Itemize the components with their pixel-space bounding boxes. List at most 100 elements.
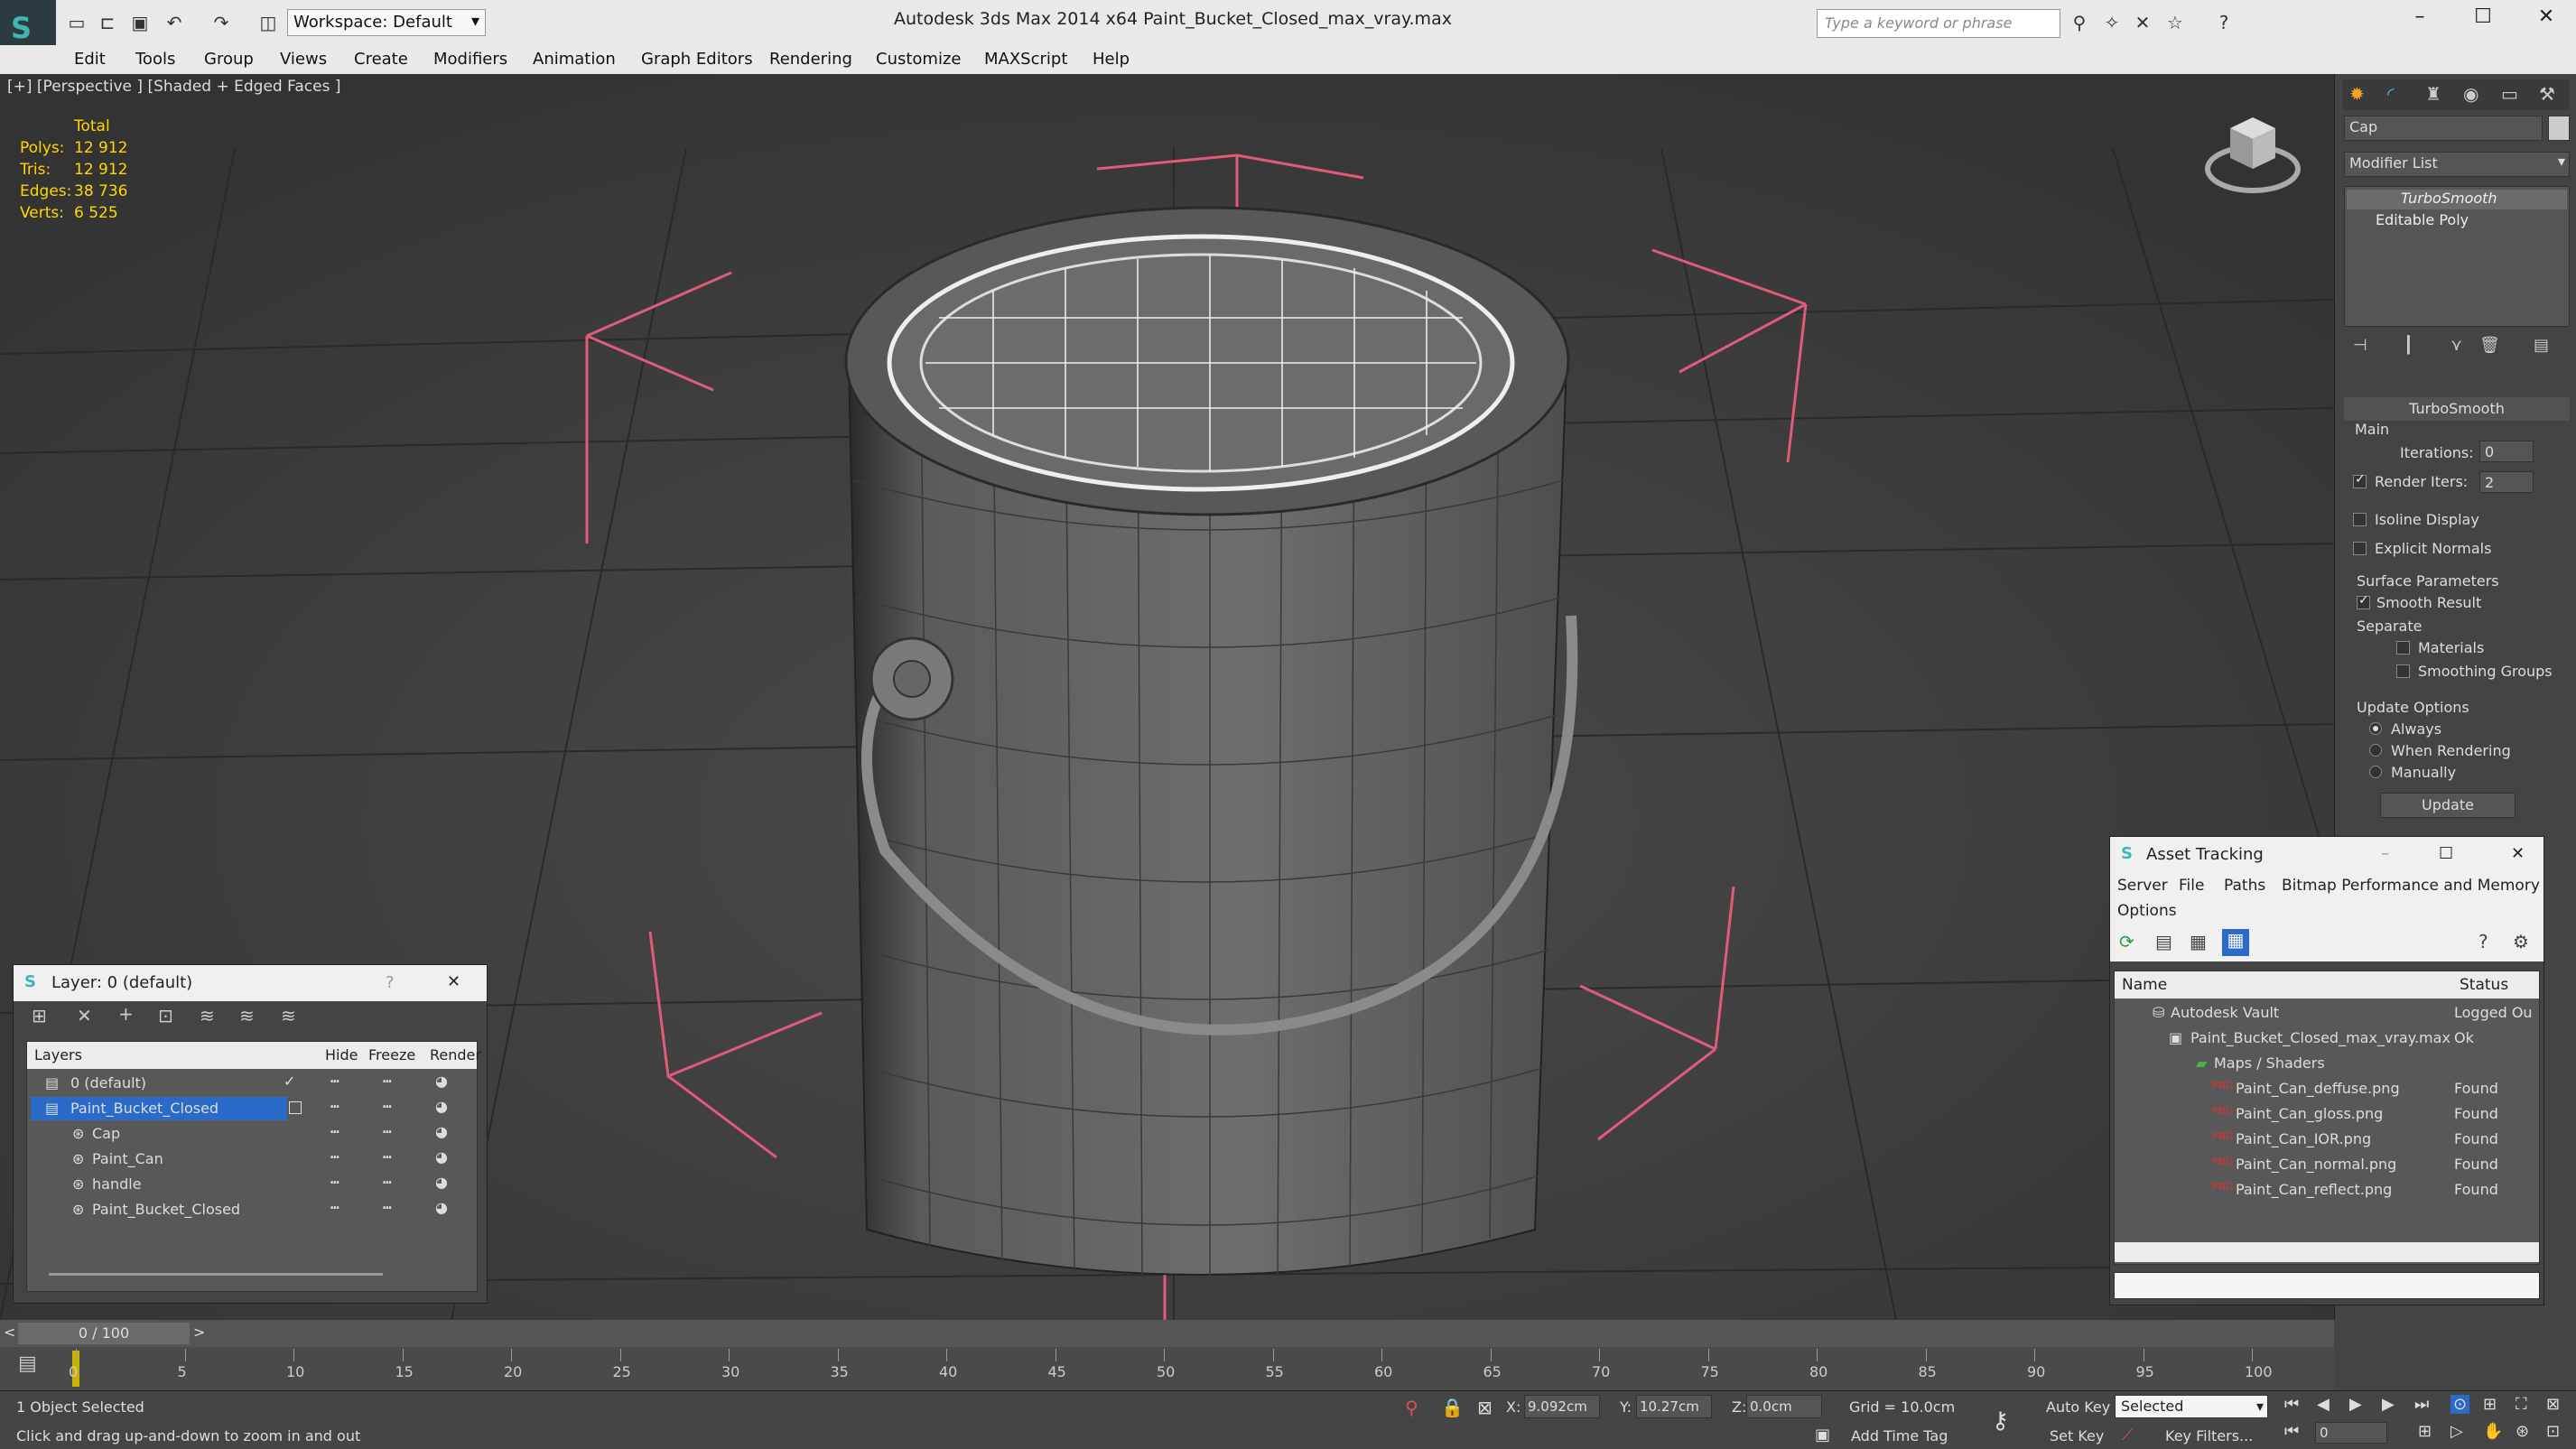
minimize-icon[interactable]: –	[2381, 844, 2389, 863]
display-tab-icon[interactable]: ▭	[2501, 83, 2518, 105]
asset-row[interactable]: ▰ Maps / Shaders	[2115, 1051, 2539, 1076]
menu-file[interactable]: File	[2179, 877, 2204, 895]
max-toggle-icon[interactable]: ⊠	[2546, 1395, 2560, 1414]
menu-maxscript[interactable]: MAXScript	[984, 50, 1067, 69]
goto-start-icon[interactable]: ⏮	[2284, 1395, 2299, 1414]
close-icon[interactable]: ✕	[447, 972, 460, 991]
menu-tools[interactable]: Tools	[135, 50, 175, 69]
menu-modifiers[interactable]: Modifiers	[433, 50, 507, 69]
refresh-icon[interactable]: ⟳	[2119, 931, 2134, 952]
close-icon[interactable]: ✕	[2528, 5, 2564, 28]
set-key-button[interactable]: Set Key	[2050, 1427, 2104, 1444]
subscription-icon[interactable]: ✧	[2100, 11, 2124, 34]
current-frame-field[interactable]: 0	[2315, 1422, 2387, 1444]
menu-graph-editors[interactable]: Graph Editors	[641, 50, 753, 69]
make-unique-icon[interactable]: ⋎	[2450, 336, 2462, 355]
absolute-mode-icon[interactable]: ⊠	[1477, 1397, 1493, 1418]
time-tag-icon[interactable]: ▣	[1815, 1426, 1830, 1444]
search-input[interactable]: Type a keyword or phrase	[1817, 9, 2060, 38]
detail-view-icon[interactable]: ▦	[2190, 931, 2207, 952]
next-frame-icon[interactable]: >	[193, 1324, 205, 1341]
smoothing-groups-checkbox[interactable]	[2396, 664, 2410, 678]
smooth-result-checkbox[interactable]	[2357, 593, 2370, 609]
add-time-tag[interactable]: Add Time Tag	[1851, 1427, 1948, 1444]
horizontal-scrollbar[interactable]	[49, 1273, 383, 1276]
hierarchy-tab-icon[interactable]: ♜	[2425, 83, 2441, 105]
curve-editor-icon[interactable]: ▤	[18, 1352, 37, 1375]
asset-row[interactable]: PNG Paint_Can_IOR.png Found	[2115, 1127, 2539, 1152]
asset-path-field[interactable]	[2114, 1272, 2540, 1299]
track-bar[interactable]: ▤ 0 5 10 15 20 25 30 35 40 45 50 55 60 65 70 75 80 85 90 95…	[0, 1347, 2334, 1390]
zoom-all-icon[interactable]: ⊞	[2483, 1395, 2497, 1414]
new-file-icon[interactable]: ▭	[65, 11, 88, 34]
create-tab-icon[interactable]: ✹	[2349, 83, 2365, 105]
fov-icon[interactable]: ▷	[2450, 1422, 2463, 1441]
settings-icon[interactable]: ⚙	[2513, 931, 2529, 952]
object-row[interactable]: ⊛ Paint_Can ┅ ┅ ◕	[27, 1147, 477, 1172]
prev-key-icon[interactable]: ◀	[2317, 1395, 2330, 1414]
table-view-icon[interactable]: ▦	[2222, 929, 2249, 956]
render-iters-checkbox[interactable]	[2353, 472, 2367, 488]
play-icon[interactable]: ▶	[2349, 1395, 2362, 1414]
layer-window-titlebar[interactable]: S Layer: 0 (default) ? ✕	[14, 965, 487, 1001]
menu-edit[interactable]: Edit	[74, 50, 106, 69]
asset-row[interactable]: ▣ Paint_Bucket_Closed_max_vray.max Ok	[2115, 1026, 2539, 1051]
materials-checkbox[interactable]	[2396, 641, 2410, 655]
manually-radio[interactable]	[2369, 766, 2382, 778]
asset-row[interactable]: PNG Paint_Can_deffuse.png Found	[2115, 1076, 2539, 1101]
maximize-icon[interactable]: ☐	[2465, 5, 2501, 28]
open-file-icon[interactable]: ⊏	[96, 11, 119, 34]
lock-icon[interactable]: 🔒	[1441, 1397, 1464, 1418]
modify-tab-icon[interactable]: ◜	[2387, 83, 2395, 105]
col-freeze[interactable]: Freeze	[368, 1046, 415, 1064]
project-folder-icon[interactable]: ◫	[256, 11, 280, 34]
object-row[interactable]: ⊛ Cap ┅ ┅ ◕	[27, 1121, 477, 1147]
key-mode-icon[interactable]: ⟋	[2122, 1426, 2134, 1444]
always-radio[interactable]	[2369, 722, 2382, 735]
key-mode-toggle-icon[interactable]: ⏮	[2284, 1422, 2299, 1441]
object-color-swatch[interactable]	[2548, 116, 2570, 141]
layer-row[interactable]: ▤ 0 (default) ✓ ┅ ┅ ◕	[27, 1071, 477, 1096]
modifier-list-dropdown[interactable]: Modifier List ▾	[2344, 152, 2570, 177]
help-icon[interactable]: ?	[2212, 11, 2236, 34]
help-icon[interactable]: ?	[386, 973, 395, 992]
time-slider-thumb[interactable]: 0 / 100	[18, 1323, 190, 1344]
menu-group[interactable]: Group	[204, 50, 254, 69]
isoline-display-checkbox[interactable]	[2353, 513, 2367, 526]
communication-icon[interactable]: ✕	[2131, 11, 2154, 34]
menu-views[interactable]: Views	[280, 50, 327, 69]
pan-icon[interactable]: ✋	[2483, 1422, 2503, 1441]
delete-layer-icon[interactable]: ✕	[77, 1005, 92, 1026]
explicit-normals-checkbox[interactable]	[2353, 542, 2367, 555]
hide-all-icon[interactable]: ≋	[239, 1005, 255, 1026]
y-coord-field[interactable]: 10.27cm	[1636, 1395, 1712, 1418]
set-current-box[interactable]	[289, 1101, 302, 1114]
show-end-result-icon[interactable]: ┃	[2404, 336, 2413, 355]
object-row[interactable]: ⊛ handle ┅ ┅ ◕	[27, 1172, 477, 1197]
isolate-icon[interactable]: ⚲	[1405, 1397, 1418, 1418]
menu-server[interactable]: Server	[2117, 877, 2168, 895]
utilities-tab-icon[interactable]: ⚒	[2539, 83, 2555, 105]
when-rendering-radio[interactable]	[2369, 744, 2382, 757]
stack-item-turbosmooth[interactable]: TurboSmooth	[2347, 190, 2567, 209]
horizontal-scrollbar[interactable]	[2115, 1242, 2539, 1262]
asset-row[interactable]: PNG Paint_Can_reflect.png Found	[2115, 1177, 2539, 1203]
col-hide[interactable]: Hide	[325, 1046, 358, 1064]
select-objects-icon[interactable]: ⊡	[158, 1005, 173, 1026]
asset-row[interactable]: ⛁ Autodesk Vault Logged Ou	[2115, 1000, 2539, 1026]
orbit-icon[interactable]: ⊛	[2516, 1422, 2529, 1441]
redo-icon[interactable]: ↷	[209, 11, 233, 34]
x-coord-field[interactable]: 9.092cm	[1524, 1395, 1600, 1418]
next-key-icon[interactable]: ▶	[2382, 1395, 2395, 1414]
update-button[interactable]: Update	[2380, 793, 2516, 818]
object-name-field[interactable]: Cap	[2344, 116, 2543, 141]
col-layers[interactable]: Layers	[34, 1046, 82, 1064]
asset-window-titlebar[interactable]: S Asset Tracking – ☐ ✕	[2110, 837, 2543, 873]
render-teapot-icon[interactable]: ◕	[435, 1073, 448, 1090]
key-filters-button[interactable]: Key Filters...	[2165, 1427, 2253, 1444]
binoculars-icon[interactable]: ⚲	[2068, 11, 2091, 34]
maximize-icon[interactable]: ☐	[2439, 844, 2453, 863]
menu-animation[interactable]: Animation	[533, 50, 616, 69]
menu-create[interactable]: Create	[354, 50, 408, 69]
selection-set-dropdown[interactable]: Selected ▾	[2115, 1395, 2268, 1418]
